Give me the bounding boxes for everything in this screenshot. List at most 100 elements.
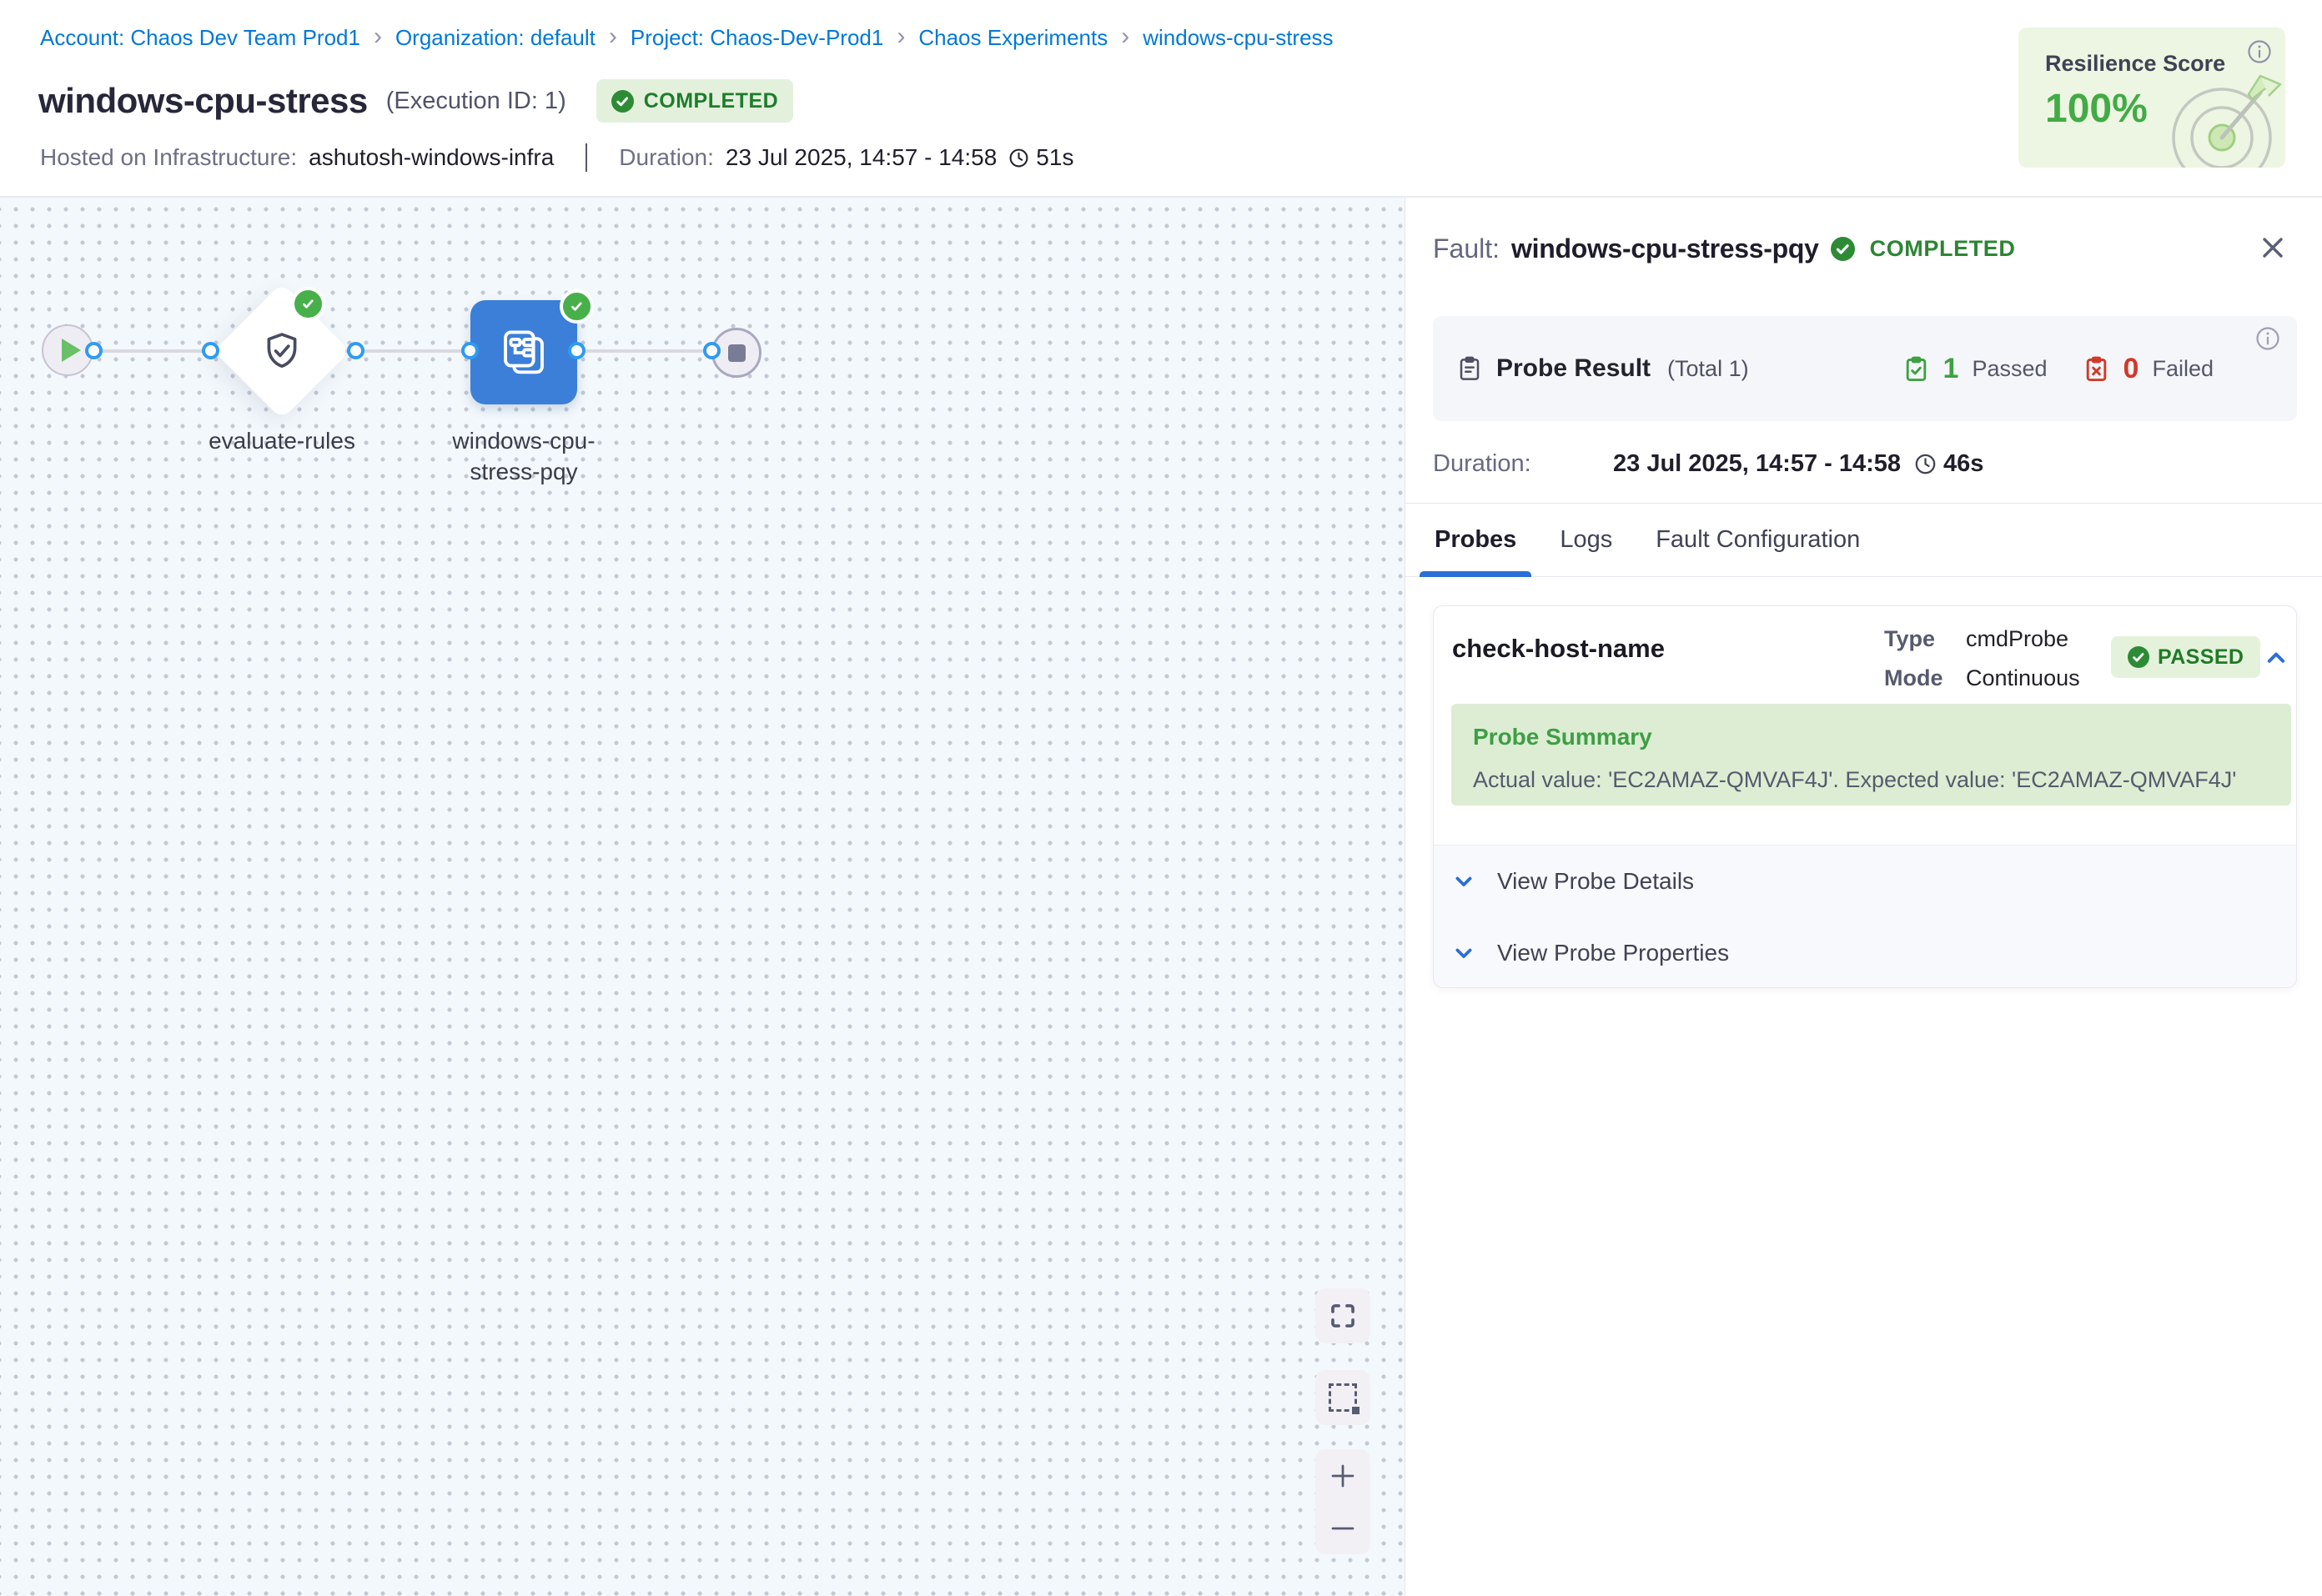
hosted-on-label: Hosted on Infrastructure: bbox=[40, 144, 297, 171]
connector-port[interactable] bbox=[568, 342, 586, 359]
node-label-evaluate-rules: evaluate-rules bbox=[157, 425, 407, 456]
fault-duration-label: Duration: bbox=[1433, 450, 1613, 478]
passed-label: Passed bbox=[1972, 356, 2047, 382]
active-tab-underline bbox=[1420, 571, 1531, 577]
status-badge-label: COMPLETED bbox=[644, 89, 778, 113]
stop-icon bbox=[728, 344, 746, 362]
zoom-in-button[interactable] bbox=[1315, 1449, 1370, 1502]
page-title: windows-cpu-stress bbox=[38, 81, 368, 121]
fault-duration-seconds-value: 46s bbox=[1943, 450, 1983, 478]
connector-port[interactable] bbox=[347, 342, 364, 359]
close-panel-button[interactable] bbox=[2256, 231, 2289, 264]
breadcrumb-account[interactable]: Account: Chaos Dev Team Prod1 bbox=[40, 25, 360, 51]
view-probe-properties-row[interactable]: View Probe Properties bbox=[1434, 917, 2296, 988]
fault-duration-row: Duration: 23 Jul 2025, 14:57 - 14:58 46s bbox=[1433, 450, 1983, 478]
connector-port[interactable] bbox=[202, 342, 219, 359]
probe-card: check-host-name Type cmdProbe Mode Conti… bbox=[1433, 605, 2297, 988]
resilience-score-value: 100% bbox=[2045, 86, 2148, 132]
connector-port[interactable] bbox=[85, 342, 103, 359]
fault-steps-icon bbox=[498, 327, 550, 379]
view-probe-details-label: View Probe Details bbox=[1497, 868, 1694, 895]
pipeline-canvas[interactable]: evaluate-rules windows-cpu-stress-pqy bbox=[0, 198, 1405, 1596]
info-icon[interactable] bbox=[2255, 326, 2280, 351]
windows-cpu-stress-node[interactable] bbox=[470, 300, 577, 404]
connector-port[interactable] bbox=[703, 342, 721, 359]
node-label-windows-cpu-stress-pqy: windows-cpu-stress-pqy bbox=[432, 425, 616, 487]
probe-mode-value: Continuous bbox=[1966, 665, 2080, 691]
experiment-meta: Hosted on Infrastructure: ashutosh-windo… bbox=[40, 143, 1073, 172]
breadcrumb-chaos-experiments[interactable]: Chaos Experiments bbox=[918, 25, 1108, 51]
tab-fault-configuration[interactable]: Fault Configuration bbox=[1654, 504, 1862, 576]
clipboard-icon bbox=[1456, 355, 1483, 382]
check-circle-icon bbox=[2128, 646, 2149, 668]
zoom-out-button[interactable] bbox=[1315, 1502, 1370, 1554]
chevron-right-icon: › bbox=[374, 26, 382, 48]
check-circle-icon bbox=[611, 90, 634, 113]
clipboard-x-icon bbox=[2083, 355, 2110, 383]
failed-count: 0 bbox=[2123, 353, 2139, 385]
panel-tabs: Probes Logs Fault Configuration bbox=[1405, 503, 2322, 577]
fault-title-row: Fault: windows-cpu-stress-pqy COMPLETED bbox=[1433, 229, 2016, 268]
probe-type-label: Type bbox=[1884, 626, 1951, 652]
probe-status-label: PASSED bbox=[2158, 645, 2244, 670]
tab-logs[interactable]: Logs bbox=[1558, 504, 1614, 576]
breadcrumb-organization[interactable]: Organization: default bbox=[395, 25, 596, 51]
chevron-right-icon: › bbox=[1121, 26, 1129, 48]
chevron-down-icon bbox=[1452, 870, 1475, 893]
tab-fault-configuration-label: Fault Configuration bbox=[1656, 526, 1860, 554]
status-badge: COMPLETED bbox=[596, 79, 793, 123]
tab-probes[interactable]: Probes bbox=[1433, 504, 1518, 576]
resilience-score-card: Resilience Score 100% bbox=[2018, 28, 2285, 168]
fault-duration-seconds: 46s bbox=[1914, 450, 1983, 478]
infrastructure-name: ashutosh-windows-infra bbox=[309, 144, 554, 171]
duration-value: 23 Jul 2025, 14:57 - 14:58 bbox=[726, 144, 997, 171]
probe-name: check-host-name bbox=[1452, 634, 1665, 664]
view-probe-details-row[interactable]: View Probe Details bbox=[1434, 846, 2296, 917]
probe-result-card: Probe Result (Total 1) 1 Passed bbox=[1433, 316, 2297, 421]
clock-icon bbox=[1914, 453, 1937, 475]
evaluate-rules-node[interactable] bbox=[214, 283, 350, 419]
probe-result-counts: 1 Passed 0 Failed bbox=[1902, 353, 2214, 385]
fault-status-label: COMPLETED bbox=[1870, 236, 2016, 262]
fault-label: Fault: bbox=[1433, 233, 1500, 264]
view-probe-properties-label: View Probe Properties bbox=[1497, 940, 1729, 966]
check-circle-icon bbox=[1831, 237, 1855, 261]
fullscreen-icon bbox=[1329, 1302, 1357, 1330]
tab-logs-label: Logs bbox=[1560, 526, 1612, 554]
fullscreen-button[interactable] bbox=[1315, 1288, 1370, 1343]
probe-status-badge: PASSED bbox=[2111, 636, 2260, 678]
clock-icon bbox=[1008, 148, 1029, 168]
success-check-badge bbox=[560, 289, 594, 324]
probe-summary-box: Probe Summary Actual value: 'EC2AMAZ-QMV… bbox=[1451, 704, 2291, 806]
probe-type-mode: Type cmdProbe Mode Continuous bbox=[1884, 626, 2080, 691]
zoom-controls bbox=[1315, 1449, 1370, 1554]
success-check-badge bbox=[291, 287, 325, 321]
info-icon[interactable] bbox=[2247, 39, 2272, 64]
duration-label: Duration: bbox=[619, 144, 714, 171]
collapse-chevron-up-icon[interactable] bbox=[2264, 645, 2289, 670]
probe-summary-text: Actual value: 'EC2AMAZ-QMVAF4J'. Expecte… bbox=[1473, 767, 2269, 793]
probe-mode-label: Mode bbox=[1884, 665, 1951, 691]
probe-result-title: Probe Result bbox=[1496, 354, 1651, 383]
fault-name: windows-cpu-stress-pqy bbox=[1511, 233, 1819, 264]
clipboard-check-icon bbox=[1902, 355, 1930, 383]
breadcrumb: Account: Chaos Dev Team Prod1 › Organiza… bbox=[40, 25, 1334, 51]
tab-probes-label: Probes bbox=[1435, 526, 1516, 554]
fault-details-panel: Fault: windows-cpu-stress-pqy COMPLETED … bbox=[1405, 198, 2322, 1596]
resilience-score-label: Resilience Score bbox=[2045, 51, 2225, 77]
fault-duration-value: 23 Jul 2025, 14:57 - 14:58 bbox=[1613, 450, 1901, 478]
execution-id: (Execution ID: 1) bbox=[386, 88, 566, 115]
probe-expanders: View Probe Details View Probe Properties bbox=[1434, 845, 2296, 988]
connector-line bbox=[68, 349, 736, 353]
duration-seconds: 51s bbox=[1008, 144, 1073, 171]
selection-button[interactable] bbox=[1315, 1370, 1370, 1425]
passed-count: 1 bbox=[1943, 353, 1959, 385]
breadcrumb-current[interactable]: windows-cpu-stress bbox=[1143, 25, 1333, 51]
breadcrumb-project[interactable]: Project: Chaos-Dev-Prod1 bbox=[631, 25, 883, 51]
probe-summary-title: Probe Summary bbox=[1473, 724, 2269, 750]
marquee-icon bbox=[1329, 1383, 1357, 1412]
connector-port[interactable] bbox=[461, 342, 479, 359]
title-row: windows-cpu-stress (Execution ID: 1) COM… bbox=[38, 79, 793, 123]
play-icon bbox=[62, 339, 81, 362]
divider bbox=[586, 143, 587, 172]
